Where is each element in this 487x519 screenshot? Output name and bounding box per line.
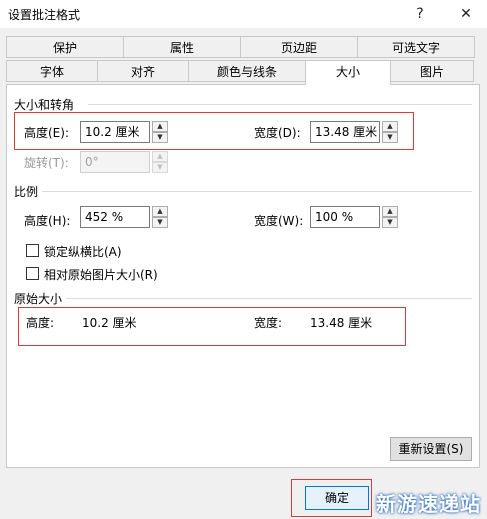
spin-up-icon: ▲: [152, 151, 168, 162]
section-divider: [42, 191, 472, 192]
rotate-input: 0°: [80, 151, 150, 173]
tab-size[interactable]: 大小: [305, 60, 391, 85]
width-input[interactable]: 13.48 厘米: [310, 121, 380, 143]
relative-size-checkbox[interactable]: [26, 267, 39, 280]
scale-width-stepper[interactable]: ▲ ▼: [382, 206, 398, 228]
original-height-value: 10.2 厘米: [82, 316, 137, 330]
tab-picture[interactable]: 图片: [390, 60, 474, 82]
tab-margins[interactable]: 页边距: [240, 36, 358, 58]
section-size-rotate: 大小和转角: [14, 98, 75, 112]
reset-button[interactable]: 重新设置(S): [390, 437, 472, 461]
original-width-value: 13.48 厘米: [310, 316, 373, 330]
height-label: 高度(E):: [24, 126, 69, 140]
original-height-label: 高度:: [26, 316, 55, 330]
height-stepper[interactable]: ▲ ▼: [152, 121, 168, 143]
scale-height-label: 高度(H):: [24, 214, 71, 228]
rotate-stepper: ▲ ▼: [152, 151, 168, 173]
ok-button[interactable]: 确定: [305, 486, 369, 510]
scale-width-input[interactable]: 100 %: [310, 206, 380, 228]
section-divider: [88, 104, 472, 105]
tab-font[interactable]: 字体: [6, 60, 98, 82]
lock-aspect-checkbox[interactable]: [26, 244, 39, 257]
scale-width-label: 宽度(W):: [254, 214, 304, 228]
tab-protect[interactable]: 保护: [6, 36, 124, 58]
original-width-label: 宽度:: [254, 316, 283, 330]
tab-alignment[interactable]: 对齐: [97, 60, 189, 82]
close-icon[interactable]: ✕: [450, 2, 482, 26]
section-scale: 比例: [14, 185, 39, 199]
spin-down-icon[interactable]: ▼: [152, 217, 168, 228]
lock-aspect-label[interactable]: 锁定纵横比(A): [44, 243, 122, 260]
section-divider: [66, 298, 472, 299]
spin-down-icon: ▼: [152, 162, 168, 173]
spin-up-icon[interactable]: ▲: [152, 206, 168, 217]
watermark-text: 新游速递站: [376, 492, 481, 516]
spin-up-icon[interactable]: ▲: [382, 206, 398, 217]
width-stepper[interactable]: ▲ ▼: [382, 121, 398, 143]
window-title: 设置批注格式: [8, 8, 81, 22]
height-input[interactable]: 10.2 厘米: [80, 121, 150, 143]
rotate-label: 旋转(T):: [24, 156, 69, 170]
spin-up-icon[interactable]: ▲: [382, 121, 398, 132]
relative-size-label[interactable]: 相对原始图片大小(R): [44, 266, 158, 283]
scale-height-input[interactable]: 452 %: [80, 206, 150, 228]
spin-down-icon[interactable]: ▼: [382, 132, 398, 143]
width-label: 宽度(D):: [254, 126, 301, 140]
tab-alt-text[interactable]: 可选文字: [357, 36, 475, 58]
spin-down-icon[interactable]: ▼: [152, 132, 168, 143]
help-button[interactable]: ?: [404, 2, 436, 26]
section-original-size: 原始大小: [14, 292, 63, 306]
tab-colors-lines[interactable]: 颜色与线条: [188, 60, 306, 82]
spin-down-icon[interactable]: ▼: [382, 217, 398, 228]
spin-up-icon[interactable]: ▲: [152, 121, 168, 132]
scale-height-stepper[interactable]: ▲ ▼: [152, 206, 168, 228]
tab-properties[interactable]: 属性: [123, 36, 241, 58]
